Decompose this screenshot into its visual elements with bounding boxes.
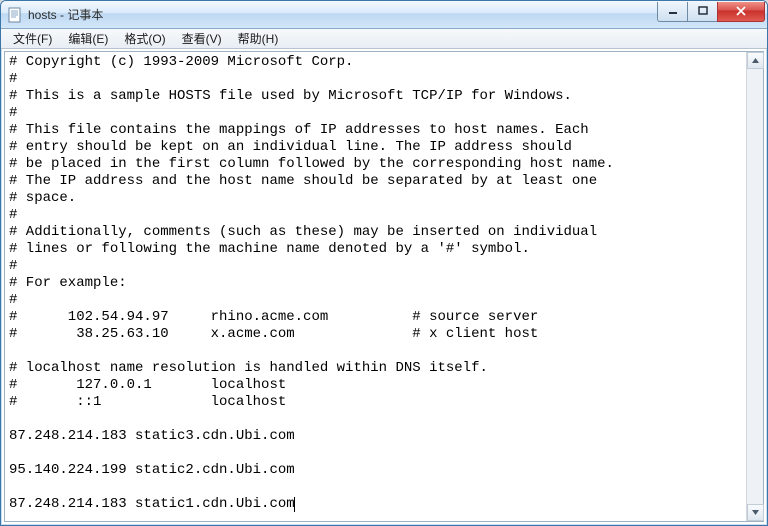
menubar: 文件(F) 编辑(E) 格式(O) 查看(V) 帮助(H) bbox=[1, 29, 767, 49]
menu-view[interactable]: 查看(V) bbox=[174, 28, 230, 49]
chevron-up-icon bbox=[752, 58, 759, 63]
scroll-down-button[interactable] bbox=[747, 504, 764, 521]
menu-help[interactable]: 帮助(H) bbox=[230, 28, 287, 49]
notepad-icon bbox=[7, 7, 23, 23]
minimize-icon bbox=[668, 6, 678, 16]
window-title: hosts - 记事本 bbox=[28, 6, 657, 23]
minimize-button[interactable] bbox=[657, 2, 687, 22]
text-cursor bbox=[294, 497, 295, 512]
menu-file[interactable]: 文件(F) bbox=[5, 28, 60, 49]
scroll-up-button[interactable] bbox=[747, 52, 764, 69]
client-area: # Copyright (c) 1993-2009 Microsoft Corp… bbox=[4, 51, 764, 522]
window-controls bbox=[657, 2, 765, 22]
text-editor[interactable]: # Copyright (c) 1993-2009 Microsoft Corp… bbox=[5, 52, 746, 521]
editor-content: # Copyright (c) 1993-2009 Microsoft Corp… bbox=[9, 54, 614, 512]
close-button[interactable] bbox=[717, 2, 765, 22]
close-icon bbox=[735, 6, 747, 16]
notepad-window: hosts - 记事本 文件(F) 编辑(E) 格式(O) 查看(V) 帮助(H… bbox=[0, 0, 768, 526]
maximize-icon bbox=[698, 6, 708, 16]
chevron-down-icon bbox=[752, 510, 759, 515]
vertical-scrollbar[interactable] bbox=[746, 52, 763, 521]
menu-format[interactable]: 格式(O) bbox=[116, 28, 173, 49]
titlebar[interactable]: hosts - 记事本 bbox=[1, 1, 767, 29]
maximize-button[interactable] bbox=[687, 2, 717, 22]
menu-edit[interactable]: 编辑(E) bbox=[60, 28, 116, 49]
